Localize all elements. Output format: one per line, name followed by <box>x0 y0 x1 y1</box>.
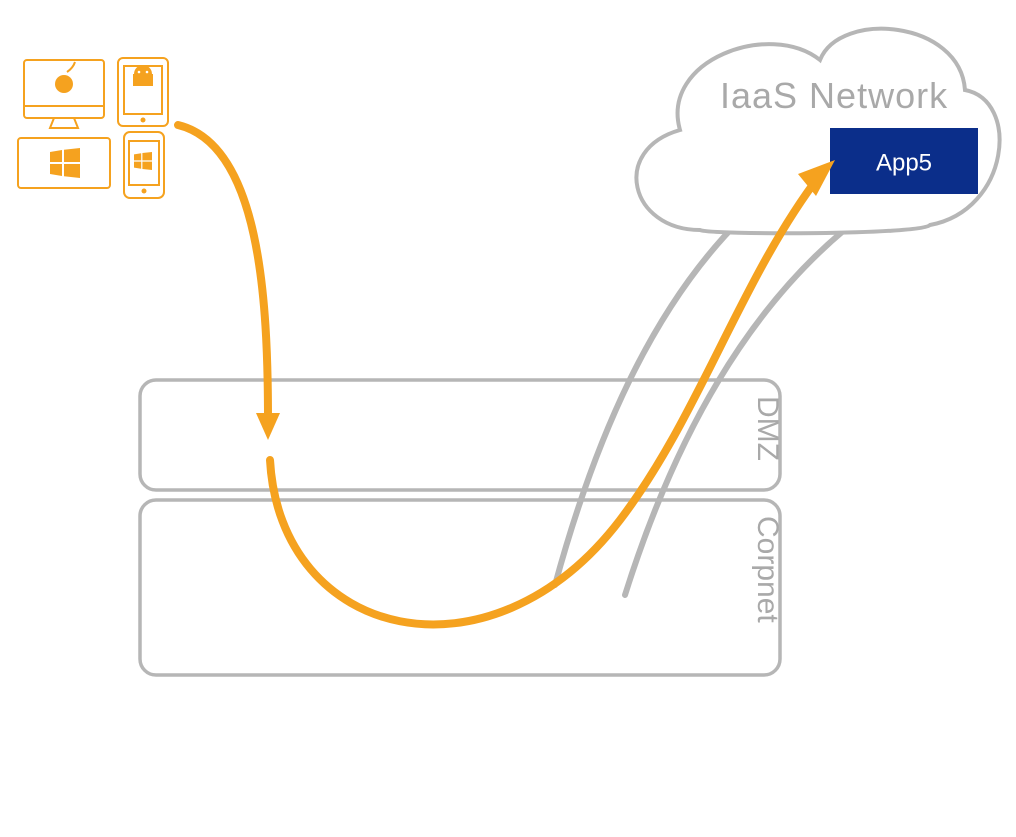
zone-dmz-label: DMZ <box>751 396 784 461</box>
device-mac-icon <box>24 60 104 128</box>
zone-corpnet-label: Corpnet <box>751 516 784 623</box>
zone-corpnet: Corpnet <box>140 500 784 675</box>
cloud-app-label: App5 <box>876 149 932 176</box>
diagram-canvas: DMZ Corpnet IaaS Network App5 <box>0 0 1016 837</box>
device-laptop-icon <box>18 138 110 188</box>
cloud-title: IaaS Network <box>720 75 948 116</box>
cloud-iaas: IaaS Network App5 <box>636 29 999 234</box>
device-phone-icon <box>124 132 164 198</box>
devices-cluster <box>18 58 168 198</box>
device-tablet-icon <box>118 58 168 126</box>
gray-link-2 <box>625 210 870 595</box>
